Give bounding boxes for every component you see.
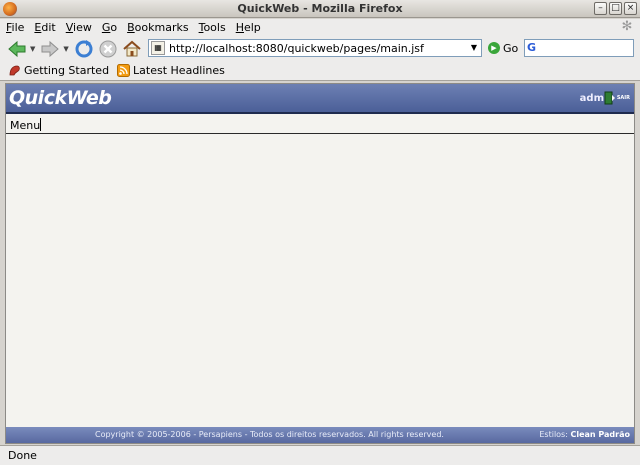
app-header: QuickWeb adm SAIR [6,84,634,114]
reload-button[interactable] [73,38,95,60]
style-value[interactable]: Clean Padrão [570,430,630,439]
home-icon [123,40,141,56]
status-bar: Done [0,445,640,465]
text-caret [40,118,41,131]
getting-started-icon [9,65,20,76]
close-button[interactable]: × [624,2,637,15]
google-search-engine-icon[interactable]: G [527,41,543,55]
url-history-dropdown-icon[interactable]: ▼ [467,40,481,56]
status-text: Done [8,449,37,462]
go-arrow-icon: ▶ [488,42,500,54]
url-bar[interactable]: ▦ ▼ [148,39,482,57]
menu-go[interactable]: Go [102,21,117,34]
bookmark-latest-headlines[interactable]: Latest Headlines [117,64,225,77]
quickweb-logo[interactable]: QuickWeb [9,87,112,109]
app-menu-button[interactable]: Menu [10,119,40,132]
forward-icon [41,40,60,57]
bookmark-getting-started[interactable]: Getting Started [8,64,109,77]
current-user: adm [579,93,604,104]
go-button-label: Go [503,41,519,55]
page-content: QuickWeb adm SAIR Menu Copyright © 2005-… [5,83,635,444]
page-favicon-icon: ▦ [151,41,165,55]
menu-file[interactable]: File [6,21,24,34]
menu-view[interactable]: View [66,21,92,34]
bookmarks-toolbar: Getting Started Latest Headlines [0,61,640,81]
window-titlebar: QuickWeb - Mozilla Firefox – □ × [0,0,640,18]
throbber-icon: ✻ [621,19,633,34]
stop-icon [99,40,117,57]
back-icon [8,40,26,57]
back-dropdown-icon[interactable]: ▼ [30,45,35,53]
forward-dropdown-icon[interactable]: ▼ [63,45,68,53]
go-button[interactable]: ▶ Go [488,40,518,56]
maximize-button[interactable]: □ [609,2,622,15]
rss-icon [117,64,131,77]
window-controls: – □ × [594,2,637,15]
bookmark-label: Latest Headlines [133,64,225,77]
url-input[interactable] [169,41,465,55]
app-footer: Copyright © 2005-2006 - Persapiens - Tod… [6,427,634,443]
exit-button[interactable]: SAIR [604,91,630,105]
stop-button[interactable] [97,38,119,60]
menu-tools[interactable]: Tools [199,21,226,34]
menu-edit[interactable]: Edit [34,21,55,34]
window-title: QuickWeb - Mozilla Firefox [237,2,403,15]
search-input[interactable] [543,41,631,55]
forward-button[interactable] [39,38,61,60]
exit-door-icon [604,91,615,105]
minimize-button[interactable]: – [594,2,607,15]
search-bar[interactable]: G [524,39,634,57]
style-selector[interactable]: Estilos: Clean Padrão [539,430,630,439]
menu-bookmarks[interactable]: Bookmarks [127,21,188,34]
menu-help[interactable]: Help [236,21,261,34]
bookmark-label: Getting Started [24,64,110,77]
copyright-text: Copyright © 2005-2006 - Persapiens - Tod… [95,430,444,439]
reload-icon [75,39,93,57]
menu-bar: File Edit View Go Bookmarks Tools Help [0,19,640,36]
home-button[interactable] [121,38,143,60]
style-label: Estilos: [539,430,568,439]
back-button[interactable] [6,38,28,60]
app-menu-bar: Menu [6,116,634,134]
exit-label: SAIR [616,95,630,101]
